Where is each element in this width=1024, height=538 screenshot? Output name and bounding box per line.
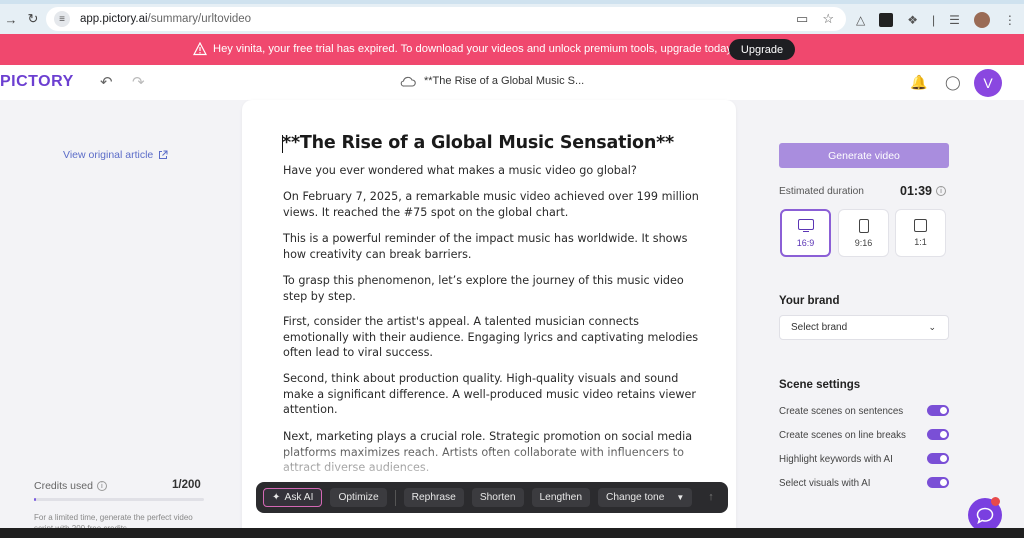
script-paragraph[interactable]: Have you ever wondered what makes a musi… <box>283 163 703 179</box>
browser-menu-icon[interactable]: ⋮ <box>1004 13 1016 27</box>
bell-icon[interactable]: 🔔 <box>910 74 927 91</box>
optimize-button[interactable]: Optimize <box>330 488 387 507</box>
cast-icon[interactable]: ▭ <box>796 11 808 27</box>
credits-progress-fill <box>34 498 36 501</box>
reload-icon[interactable]: ↻ <box>22 11 44 27</box>
aspect-label: 16:9 <box>796 237 815 248</box>
toggle-switch[interactable] <box>927 477 949 488</box>
script-heading[interactable]: **The Rise of a Global Music Sensation** <box>282 133 674 153</box>
user-avatar[interactable]: V <box>974 69 1002 97</box>
toggle-switch[interactable] <box>927 453 949 464</box>
ai-toolbar: ✦ Ask AI Optimize Rephrase Shorten Lengt… <box>256 482 728 513</box>
chat-icon <box>976 507 994 524</box>
toggle-label: Create scenes on line breaks <box>779 429 906 441</box>
url-host: app.pictory.ai <box>80 13 148 25</box>
your-brand-heading: Your brand <box>779 295 840 307</box>
cloud-icon <box>400 76 416 87</box>
credits-used-label: Credits used <box>34 480 93 492</box>
aspect-label: 9:16 <box>854 237 873 248</box>
estimated-duration: 01:39 i <box>900 184 946 198</box>
document-title-text: **The Rise of a Global Music S... <box>424 75 585 87</box>
toolbar-divider <box>394 489 396 506</box>
toggle-switch[interactable] <box>927 429 949 440</box>
square-icon <box>914 219 927 232</box>
lightbulb-icon[interactable]: ◯ <box>945 74 961 91</box>
view-original-label: View original article <box>63 149 154 161</box>
aspect-16-9-button[interactable]: 16:9 <box>780 209 831 257</box>
profile-avatar[interactable] <box>973 12 990 28</box>
brand-select[interactable]: Select brand ⌄ <box>779 315 949 340</box>
site-settings-icon[interactable]: ≡ <box>54 11 70 27</box>
address-bar[interactable]: ≡ app.pictory.ai/summary/urltovideo ▭ ☆ <box>46 7 846 31</box>
script-paragraph[interactable]: First, consider the artist's appeal. A t… <box>283 314 703 361</box>
document-title: **The Rise of a Global Music S... <box>400 75 584 87</box>
estimated-duration-value: 01:39 <box>900 184 932 198</box>
forward-arrow-icon[interactable]: → <box>0 12 22 27</box>
media-list-icon[interactable]: ☰ <box>949 13 960 27</box>
brand-select-value: Select brand <box>791 322 848 333</box>
credits-value: 1/200 <box>172 479 201 491</box>
toggle-row-visuals: Select visuals with AI <box>779 476 949 490</box>
aspect-9-16-button[interactable]: 9:16 <box>838 209 889 257</box>
url-text: app.pictory.ai/summary/urltovideo <box>80 13 251 25</box>
lengthen-button[interactable]: Lengthen <box>531 488 591 507</box>
chevron-down-icon: ⌄ <box>928 322 936 332</box>
send-arrow-icon[interactable]: ↑ <box>702 488 720 506</box>
sparkle-icon: ✦ <box>272 492 281 503</box>
taskbar <box>0 528 1024 538</box>
toggle-label: Create scenes on sentences <box>779 405 904 417</box>
browser-toolbar: → ↻ ≡ app.pictory.ai/summary/urltovideo … <box>0 4 1024 34</box>
external-link-icon <box>159 150 168 159</box>
puzzle-icon[interactable]: ❖ <box>907 13 918 27</box>
extension-triangle-icon[interactable]: △ <box>856 13 865 27</box>
chevron-down-icon: ▼ <box>676 493 685 502</box>
monitor-icon <box>797 218 814 233</box>
upgrade-button[interactable]: Upgrade <box>729 39 795 60</box>
toggle-row-line-breaks: Create scenes on line breaks <box>779 428 949 442</box>
credits-progress-bar <box>34 498 204 501</box>
toggle-label: Highlight keywords with AI <box>779 453 893 465</box>
estimated-duration-label: Estimated duration <box>779 186 864 197</box>
aspect-1-1-button[interactable]: 1:1 <box>895 209 946 257</box>
change-tone-button[interactable]: Change tone ▼ <box>598 488 693 507</box>
credits-used: Credits used i <box>34 480 107 492</box>
script-paragraph[interactable]: This is a powerful reminder of the impac… <box>283 231 703 262</box>
editor-fade <box>242 440 736 480</box>
bookmark-star-icon[interactable]: ☆ <box>822 11 834 27</box>
aspect-label: 1:1 <box>914 237 927 247</box>
info-icon[interactable]: i <box>96 481 107 491</box>
banner-message: Hey vinita, your free trial has expired.… <box>213 43 733 55</box>
generate-video-button[interactable]: Generate video <box>779 143 949 168</box>
script-paragraph[interactable]: Second, think about production quality. … <box>283 371 703 418</box>
toggle-switch[interactable] <box>927 405 949 416</box>
notification-badge <box>991 497 1000 506</box>
trial-expired-banner: Hey vinita, your free trial has expired.… <box>0 34 1024 65</box>
undo-icon[interactable]: ↶ <box>100 73 113 91</box>
rephrase-button[interactable]: Rephrase <box>403 488 464 507</box>
toggle-label: Select visuals with AI <box>779 477 871 489</box>
change-tone-label: Change tone <box>606 492 665 503</box>
shorten-button[interactable]: Shorten <box>471 488 524 507</box>
script-paragraph[interactable]: To grasp this phenomenon, let’s explore … <box>283 273 703 304</box>
extensions-area: △ ❖ | ☰ ⋮ <box>856 12 1016 28</box>
divider-icon: | <box>932 13 936 27</box>
script-paragraph[interactable]: On February 7, 2025, a remarkable music … <box>283 189 703 220</box>
view-original-article-link[interactable]: View original article <box>63 149 168 161</box>
redo-icon[interactable]: ↷ <box>132 73 145 91</box>
info-icon[interactable]: i <box>935 186 946 196</box>
phone-icon <box>858 218 869 233</box>
url-path: /summary/urltovideo <box>147 13 252 25</box>
script-editor[interactable]: **The Rise of a Global Music Sensation**… <box>242 100 736 538</box>
pictory-logo[interactable]: PICTORY <box>0 73 74 91</box>
warning-icon <box>193 42 207 56</box>
extension-box-icon[interactable] <box>879 13 894 27</box>
app-header: PICTORY ↶ ↷ **The Rise of a Global Music… <box>0 65 1024 100</box>
scene-settings-heading: Scene settings <box>779 379 861 391</box>
ask-ai-button[interactable]: ✦ Ask AI <box>263 488 323 507</box>
toggle-row-sentences: Create scenes on sentences <box>779 404 949 418</box>
ask-ai-label: Ask AI <box>284 492 314 503</box>
toggle-row-keywords: Highlight keywords with AI <box>779 452 949 466</box>
